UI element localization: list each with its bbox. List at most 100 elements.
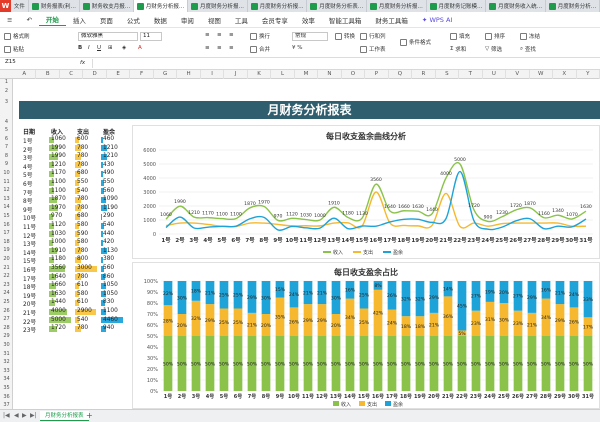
expense-cell[interactable]: 680 bbox=[77, 213, 88, 219]
income-cell[interactable]: 1990 bbox=[51, 153, 66, 159]
menu-efficiency[interactable]: 效率 bbox=[295, 15, 322, 25]
convert-button[interactable]: 转换 bbox=[335, 32, 355, 40]
row-header[interactable]: 20 bbox=[0, 256, 12, 262]
surplus-cell[interactable]: 290 bbox=[103, 213, 114, 219]
doc-tab-7[interactable]: 月度财务分析报… bbox=[367, 0, 427, 12]
column-header[interactable]: A bbox=[13, 70, 37, 79]
row-header[interactable]: 22 bbox=[0, 273, 12, 279]
row-header[interactable]: 4 bbox=[0, 119, 12, 125]
doc-tab-3-active[interactable]: 月财务分析报… bbox=[133, 0, 189, 12]
row-header[interactable]: 31 bbox=[0, 351, 12, 357]
row-header[interactable]: 2 bbox=[0, 88, 12, 94]
row-header[interactable]: 21 bbox=[0, 265, 12, 271]
expense-cell[interactable]: 3000 bbox=[77, 265, 92, 271]
expense-cell[interactable]: 580 bbox=[77, 222, 88, 228]
row-header[interactable]: 14 bbox=[0, 204, 12, 210]
name-box[interactable]: Z15 bbox=[3, 59, 63, 68]
row-header[interactable]: 1 bbox=[0, 79, 12, 85]
menu-page[interactable]: 页面 bbox=[93, 15, 120, 25]
row-header[interactable]: 3 bbox=[0, 99, 12, 105]
column-header[interactable]: U bbox=[483, 70, 507, 79]
expense-cell[interactable]: 580 bbox=[77, 239, 88, 245]
sort-button[interactable]: 排序 bbox=[485, 32, 505, 40]
expense-cell[interactable]: 540 bbox=[77, 188, 88, 194]
income-cell[interactable]: 1640 bbox=[51, 274, 66, 280]
column-header[interactable]: X bbox=[553, 70, 577, 79]
menu-insert[interactable]: 插入 bbox=[66, 15, 93, 25]
column-header[interactable]: G bbox=[154, 70, 178, 79]
row-header[interactable]: 27 bbox=[0, 316, 12, 322]
expense-cell[interactable]: 590 bbox=[77, 231, 88, 237]
row-header[interactable]: 34 bbox=[0, 376, 12, 382]
income-cell[interactable]: 970 bbox=[51, 213, 62, 219]
last-sheet-icon[interactable]: ▶| bbox=[30, 412, 37, 419]
column-header[interactable]: Y bbox=[577, 70, 600, 79]
font-name-select[interactable]: 微软雅黑 bbox=[78, 32, 138, 41]
row-header[interactable]: 16 bbox=[0, 222, 12, 228]
row-header[interactable]: 32 bbox=[0, 359, 12, 365]
expense-cell[interactable]: 610 bbox=[77, 282, 88, 288]
surplus-cell[interactable]: 1130 bbox=[103, 248, 118, 254]
income-cell[interactable]: 1970 bbox=[51, 205, 66, 211]
row-header[interactable]: 10 bbox=[0, 170, 12, 176]
surplus-cell[interactable]: 380 bbox=[103, 256, 114, 262]
sheet-grid[interactable]: 月财务分析报表 日期 收入 支出 盈余 1号 1060 600 460 2号 1990 78… bbox=[13, 79, 600, 409]
menu-tools[interactable]: 工具 bbox=[228, 15, 255, 25]
column-header[interactable]: C bbox=[60, 70, 84, 79]
income-cell[interactable]: 3560 bbox=[51, 265, 66, 271]
menu-view[interactable]: 视图 bbox=[201, 15, 228, 25]
row-header[interactable]: 23 bbox=[0, 282, 12, 288]
next-sheet-icon[interactable]: ▶ bbox=[22, 412, 27, 419]
wps-ai-button[interactable]: ✦ WPS AI bbox=[415, 16, 459, 24]
underline-button[interactable]: U bbox=[97, 45, 101, 51]
menu-data[interactable]: 数据 bbox=[147, 15, 174, 25]
sheet-tab-active[interactable]: 月财务分析报表 bbox=[40, 411, 89, 421]
format-painter-button[interactable]: 格式刷 bbox=[4, 32, 30, 40]
surplus-cell[interactable]: 540 bbox=[103, 222, 114, 228]
filter-button[interactable]: ▽ 筛选 bbox=[485, 45, 502, 53]
column-header[interactable]: S bbox=[436, 70, 460, 79]
surplus-cell[interactable]: 430 bbox=[103, 162, 114, 168]
border-icon[interactable]: ⊞ bbox=[108, 45, 113, 51]
column-header[interactable]: F bbox=[130, 70, 154, 79]
surplus-cell[interactable]: 440 bbox=[103, 231, 114, 237]
menu-vip[interactable]: 会员专享 bbox=[255, 15, 295, 25]
column-header[interactable]: J bbox=[224, 70, 248, 79]
row-col-button[interactable]: 行和列 bbox=[360, 32, 386, 40]
doc-tab-2[interactable]: 财务收支月报… bbox=[80, 0, 134, 12]
income-cell[interactable]: 1660 bbox=[51, 282, 66, 288]
doc-tab-10[interactable]: 月度财务分析… bbox=[546, 0, 600, 12]
row-header[interactable]: 11 bbox=[0, 179, 12, 185]
row-header[interactable]: 37 bbox=[0, 402, 12, 408]
worksheet-button[interactable]: 工作表 bbox=[360, 45, 386, 53]
align-right-icon[interactable]: ≡ bbox=[229, 45, 234, 51]
column-header[interactable]: K bbox=[248, 70, 272, 79]
row-header[interactable]: 24 bbox=[0, 290, 12, 296]
row-header[interactable]: 6 bbox=[0, 136, 12, 142]
surplus-cell[interactable]: 560 bbox=[103, 265, 114, 271]
surplus-cell[interactable]: 830 bbox=[103, 299, 114, 305]
menu-finance-toolbox[interactable]: 财务工具箱 bbox=[368, 15, 415, 25]
income-cell[interactable]: 1100 bbox=[51, 188, 66, 194]
surplus-cell[interactable]: 860 bbox=[103, 274, 114, 280]
row-header[interactable]: 33 bbox=[0, 368, 12, 374]
column-header[interactable]: V bbox=[506, 70, 530, 79]
wps-logo-icon[interactable]: W bbox=[0, 0, 11, 12]
find-button[interactable]: ⌕ 查找 bbox=[520, 45, 536, 54]
add-sheet-icon[interactable]: + bbox=[86, 411, 93, 420]
income-cell[interactable]: 1210 bbox=[51, 162, 66, 168]
fill-button[interactable]: 填充 bbox=[450, 32, 470, 40]
first-sheet-icon[interactable]: |◀ bbox=[3, 412, 10, 419]
menu-review[interactable]: 审阅 bbox=[174, 15, 201, 25]
row-header[interactable]: 26 bbox=[0, 308, 12, 314]
column-header[interactable]: N bbox=[318, 70, 342, 79]
menu-home[interactable]: 开始 bbox=[38, 14, 66, 26]
surplus-cell[interactable]: 1050 bbox=[103, 291, 118, 297]
income-cell[interactable]: 1910 bbox=[51, 248, 66, 254]
fx-icon[interactable]: fx bbox=[80, 60, 85, 66]
percent-bar-chart[interactable]: 每日收支盈余占比 0% 10% 20% 30% 40% 50% 60% 70% 80% 90% 10… bbox=[132, 262, 600, 409]
surplus-cell[interactable]: 1090 bbox=[103, 196, 118, 202]
surplus-cell[interactable]: 940 bbox=[103, 325, 114, 331]
column-header[interactable]: H bbox=[177, 70, 201, 79]
row-header[interactable]: 35 bbox=[0, 385, 12, 391]
